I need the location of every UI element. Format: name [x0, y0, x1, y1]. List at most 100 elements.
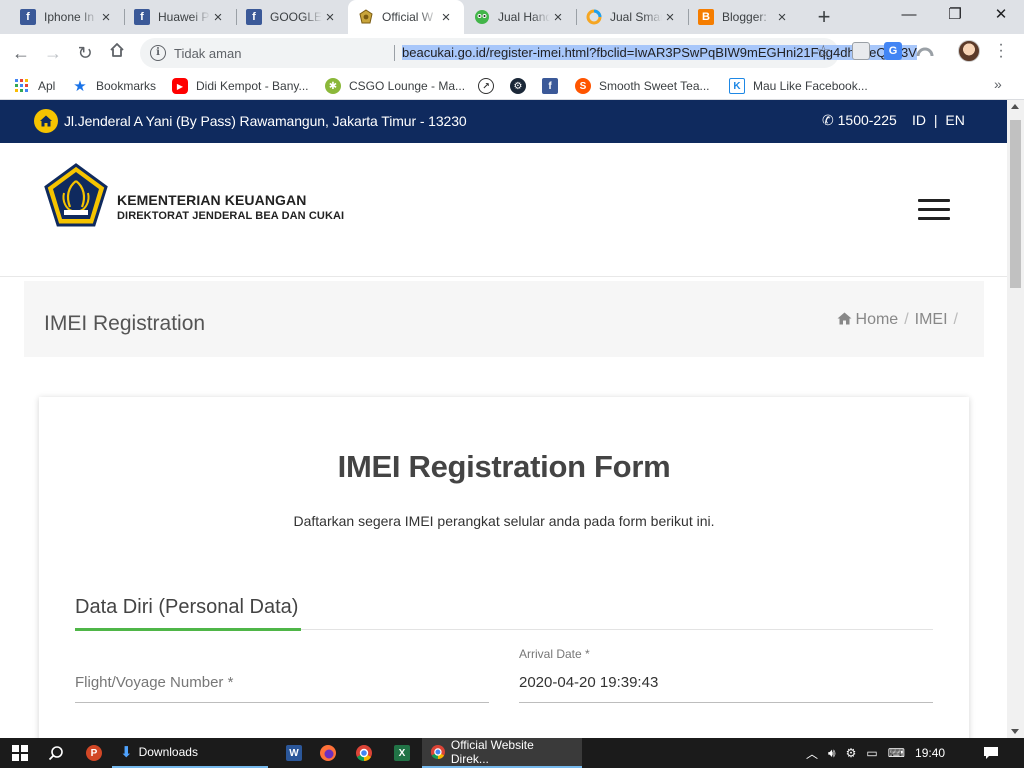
search-icon[interactable] — [40, 738, 72, 768]
chrome-icon — [430, 744, 445, 760]
speedometer-icon: ↗ — [478, 78, 494, 94]
volume-icon[interactable]: 🔊︎ — [828, 746, 836, 761]
facebook-icon: f — [542, 78, 558, 94]
breadcrumb: Home / IMEI / — [837, 311, 964, 329]
menu-kebab-icon[interactable]: · · · — [994, 37, 1008, 65]
arrival-date-field[interactable]: Arrival Date * 2020-04-20 19:39:43 — [519, 647, 933, 709]
downloads-taskbar-button[interactable]: ⬇ Downloads — [112, 738, 268, 768]
excel-taskbar-icon[interactable]: X — [388, 738, 416, 768]
lang-en-link[interactable]: EN — [945, 112, 964, 128]
bookmark-bookmarks[interactable]: ★ Bookmarks — [72, 77, 156, 95]
home-icon — [837, 312, 852, 328]
bea-cukai-icon — [358, 9, 374, 25]
bookmark-didi-kempot[interactable]: ▶ Didi Kempot - Bany... — [172, 77, 309, 95]
flight-number-placeholder[interactable]: Flight/Voyage Number * — [75, 674, 233, 691]
bookmark-apps[interactable]: Apl — [14, 77, 55, 95]
facebook-icon: f — [246, 9, 262, 25]
extension-arc-icon[interactable] — [916, 42, 934, 60]
browser-tab[interactable]: f GOOGLE × — [236, 0, 348, 34]
star-icon: ★ — [73, 78, 87, 95]
browser-tab[interactable]: Jual Hand × — [464, 0, 576, 34]
tab-title: Official W — [382, 10, 434, 24]
clock[interactable]: 19:40 — [915, 746, 945, 760]
csgo-icon: ✱ — [325, 78, 341, 94]
tray-overflow-icon[interactable]: ︿ — [806, 745, 818, 762]
bookmarks-bar: Apl ★ Bookmarks ▶ Didi Kempot - Bany... … — [0, 72, 1024, 100]
bookmark-label: Didi Kempot - Bany... — [196, 79, 309, 93]
browser-tab-active[interactable]: Official W × — [348, 0, 464, 34]
bookmark-steam[interactable]: ⚙ — [510, 77, 534, 95]
bookmarks-overflow-button[interactable]: » — [994, 76, 1002, 92]
arrival-date-label: Arrival Date * — [519, 647, 590, 661]
windows-start-icon[interactable] — [0, 738, 40, 768]
bukalapak-icon — [586, 9, 602, 25]
close-icon[interactable]: × — [210, 9, 226, 26]
minimize-button[interactable]: — — [886, 0, 932, 30]
close-icon[interactable]: × — [322, 9, 338, 26]
home-button[interactable] — [104, 40, 130, 66]
word-taskbar-icon[interactable]: W — [280, 738, 308, 768]
lang-id-link[interactable]: ID — [912, 112, 926, 128]
new-tab-button[interactable]: + — [812, 4, 836, 30]
close-icon[interactable]: × — [98, 9, 114, 26]
close-icon[interactable]: × — [550, 9, 566, 26]
security-label[interactable]: Tidak aman — [174, 46, 241, 61]
flight-number-field[interactable]: Flight/Voyage Number * — [75, 647, 489, 709]
page-scrollbar[interactable] — [1007, 100, 1024, 738]
windows-taskbar: P ⬇ Downloads W X Official Website Direk… — [0, 738, 1024, 768]
bookmark-star-icon[interactable]: ☆ — [816, 42, 831, 62]
ministry-name: KEMENTERIAN KEUANGAN — [117, 192, 307, 208]
breadcrumb-home[interactable]: Home — [856, 311, 899, 329]
breadcrumb-imei[interactable]: IMEI — [915, 311, 948, 329]
steam-tray-icon[interactable]: ⚙ — [846, 746, 857, 760]
bookmark-label: CSGO Lounge - Ma... — [349, 79, 466, 93]
phone-text: 1500-225 — [837, 112, 897, 128]
bookmark-smooth-sweet-tea[interactable]: S Smooth Sweet Tea... — [575, 77, 710, 95]
phone-number[interactable]: ✆ 1500-225 — [822, 112, 897, 129]
scroll-down-arrow[interactable] — [1011, 729, 1019, 734]
close-icon[interactable]: × — [662, 9, 678, 26]
arrival-date-value[interactable]: 2020-04-20 19:39:43 — [519, 674, 658, 691]
page-title: IMEI Registration — [44, 312, 206, 335]
keyboard-icon[interactable]: ⌨ — [888, 746, 905, 760]
notification-center-icon[interactable] — [976, 738, 1006, 768]
browser-tab[interactable]: f Iphone In × — [10, 0, 124, 34]
scrollbar-thumb[interactable] — [1010, 120, 1021, 288]
address-bar[interactable]: i Tidak aman beacukai.go.id/register-ime… — [140, 38, 917, 68]
tab-title: Huawei P — [158, 10, 210, 24]
bookmark-facebook[interactable]: f — [542, 77, 566, 95]
close-icon[interactable]: × — [438, 9, 454, 26]
bookmark-speedometer[interactable]: ↗ — [478, 77, 502, 95]
bookmark-mau-like-facebook[interactable]: K Mau Like Facebook... — [729, 77, 868, 95]
scroll-up-arrow[interactable] — [1011, 104, 1019, 109]
reload-button[interactable]: ↻ — [72, 40, 98, 66]
tab-title: Blogger: — [722, 10, 767, 24]
kemenkeu-logo[interactable] — [42, 163, 110, 227]
firefox-taskbar-icon[interactable] — [314, 738, 342, 768]
cast-extension-icon[interactable] — [852, 42, 870, 60]
forward-button[interactable]: → — [40, 40, 66, 66]
close-icon[interactable]: × — [774, 9, 790, 26]
home-icon[interactable] — [34, 109, 58, 133]
info-icon[interactable]: i — [150, 45, 166, 61]
chrome-taskbar-icon[interactable] — [350, 738, 378, 768]
browser-tab[interactable]: Jual Smar × — [576, 0, 688, 34]
network-icon[interactable]: ▭ — [866, 746, 877, 760]
browser-tab[interactable]: B Blogger: × — [688, 0, 800, 34]
hamburger-menu-icon[interactable] — [918, 199, 950, 220]
back-button[interactable]: ← — [8, 40, 34, 66]
close-window-button[interactable]: ✕ — [978, 0, 1024, 30]
system-tray: ︿ 🔊︎ ⚙ ▭ ⌨ 19:40 — [806, 738, 945, 768]
chrome-window-taskbar-button[interactable]: Official Website Direk... — [422, 738, 582, 768]
translate-extension-icon[interactable]: G — [884, 42, 902, 60]
powerpoint-taskbar-icon[interactable]: P — [80, 738, 108, 768]
section-heading: Data Diri (Personal Data) — [75, 596, 299, 618]
browser-tab[interactable]: f Huawei P × — [124, 0, 236, 34]
facebook-icon: f — [134, 9, 150, 25]
soundcloud-icon: S — [575, 78, 591, 94]
bookmark-csgo-lounge[interactable]: ✱ CSGO Lounge - Ma... — [325, 77, 465, 95]
apps-grid-icon — [14, 78, 30, 94]
restore-button[interactable]: ❐ — [932, 0, 978, 30]
section-accent-underline — [75, 628, 301, 631]
profile-avatar[interactable] — [958, 40, 980, 62]
